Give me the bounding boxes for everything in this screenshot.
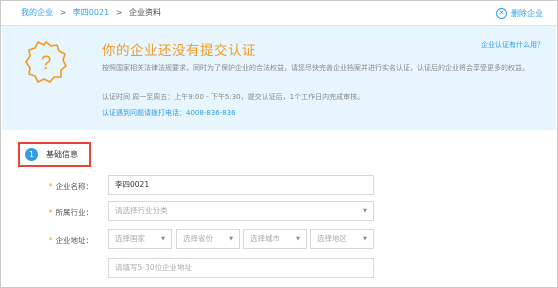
industry-placeholder: 请选择行业分类: [115, 206, 168, 215]
page-frame: 我的企业 > 李四0021 > 企业资料 ✕ 删除企业 ? 你的企业还没有提交认…: [0, 0, 558, 288]
address-detail-placeholder: 请填写5-30位企业地址: [115, 263, 193, 272]
notice-phone: 认证遇到问题请拨打电话：4008-836-836: [102, 109, 236, 117]
required-mark: *: [48, 182, 53, 191]
breadcrumb-current-page: 企业资料: [128, 8, 161, 17]
company-name-input[interactable]: 李四0021: [108, 175, 374, 195]
industry-label: * 所属行业：: [48, 208, 93, 217]
district-select[interactable]: 选择地区 ▼: [310, 229, 374, 249]
chevron-down-icon: ▼: [363, 236, 367, 242]
city-select[interactable]: 选择城市 ▼: [243, 229, 307, 249]
industry-select[interactable]: 请选择行业分类 ▼: [108, 201, 374, 221]
section-basic-info: 1 基础信息: [18, 142, 91, 167]
delete-company-label: 删除企业: [511, 8, 543, 18]
company-name-label: * 企业名称：: [48, 182, 93, 191]
province-placeholder: 选择省份: [183, 234, 213, 243]
breadcrumb-separator: >: [59, 8, 67, 17]
city-placeholder: 选择城市: [250, 234, 280, 243]
notice-description: 按照国家相关法律法规要求，同时为了保护企业的合法权益，请您尽快完善企业档案并进行…: [102, 64, 529, 72]
chevron-down-icon: ▼: [363, 208, 367, 214]
question-badge-icon: ?: [25, 41, 67, 83]
svg-text:?: ?: [41, 53, 52, 74]
province-select[interactable]: 选择省份 ▼: [176, 229, 240, 249]
notice-title: 你的企业还没有提交认证: [102, 43, 256, 59]
top-bar: 我的企业 > 李四0021 > 企业资料 ✕ 删除企业: [1, 1, 557, 26]
notice-hours: 认证时间 周一至周五：上午9:00 - 下午5:30，提交认证后，1个工作日内完…: [102, 93, 365, 101]
close-circle-icon: ✕: [496, 7, 507, 19]
address-label: * 企业地址：: [48, 236, 93, 245]
breadcrumb-company[interactable]: 李四0021: [73, 8, 109, 17]
section-number-badge: 1: [25, 148, 38, 161]
required-mark: *: [48, 236, 53, 245]
country-placeholder: 选择国家: [115, 234, 145, 243]
district-placeholder: 选择地区: [317, 234, 347, 243]
chevron-down-icon: ▼: [229, 236, 233, 242]
certification-help-link[interactable]: 企业认证有什么用？: [481, 40, 544, 50]
required-mark: *: [48, 208, 53, 217]
chevron-down-icon: ▼: [161, 236, 165, 242]
chevron-down-icon: ▼: [296, 236, 300, 242]
breadcrumb: 我的企业 > 李四0021 > 企业资料: [21, 7, 161, 19]
certification-notice: ? 你的企业还没有提交认证 企业认证有什么用？ 按照国家相关法律法规要求，同时为…: [2, 26, 556, 130]
breadcrumb-my-company[interactable]: 我的企业: [21, 8, 53, 17]
address-detail-input[interactable]: 请填写5-30位企业地址: [108, 258, 374, 278]
delete-company-button[interactable]: ✕ 删除企业: [496, 6, 543, 20]
breadcrumb-separator: >: [115, 8, 123, 17]
section-title: 基础信息: [46, 150, 78, 159]
country-select[interactable]: 选择国家 ▼: [108, 229, 172, 249]
